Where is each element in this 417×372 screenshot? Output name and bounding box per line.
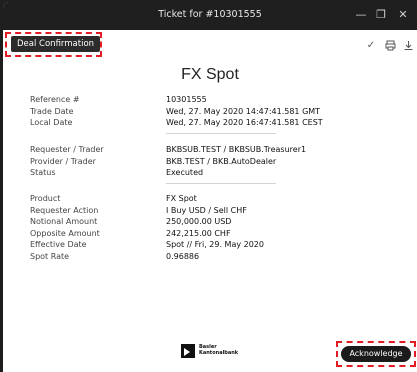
detail-value: BKBSUB.TEST / BKBSUB.Treasurer1 (166, 145, 307, 154)
detail-value: FX Spot (166, 194, 197, 203)
detail-value: I Buy USD / Sell CHF (166, 205, 247, 215)
detail-label: Effective Date (30, 240, 87, 250)
section-divider (166, 132, 276, 134)
check-icon[interactable]: ✓ (365, 40, 377, 52)
detail-label: Local Date (30, 118, 73, 128)
detail-value: Executed (166, 168, 204, 178)
close-button[interactable]: ✕ (395, 7, 411, 23)
detail-value: 250,000.00 USD (166, 217, 232, 227)
detail-value: 10301555 (166, 95, 207, 104)
bank-logo: Basler Kantonalbank (181, 344, 241, 360)
detail-label: Opposite Amount (30, 228, 100, 238)
download-icon[interactable] (402, 40, 414, 52)
section-divider (166, 182, 276, 184)
ticket-window: Ticket for #10301555 — ❐ ✕ Deal Confirma… (3, 2, 417, 372)
detail-value: 0.96886 (166, 252, 200, 261)
detail-value: BKB.TEST / BKB.AutoDealer (166, 156, 277, 166)
title-bar[interactable]: Ticket for #10301555 — ❐ ✕ (3, 2, 417, 30)
print-icon[interactable] (384, 40, 396, 52)
highlight-box-tab (5, 32, 102, 57)
detail-label: Requester / Trader (30, 145, 104, 154)
restore-button[interactable]: ❐ (373, 7, 389, 23)
detail-value: Wed, 27. May 2020 16:47:41.581 CEST (166, 118, 323, 128)
detail-label: Notional Amount (30, 217, 98, 227)
logo-line2: Kantonalbank (199, 350, 239, 356)
detail-label: Trade Date (30, 106, 74, 116)
highlight-box-acknowledge (336, 341, 416, 367)
detail-value: Wed, 27. May 2020 14:47:41.581 GMT (166, 106, 321, 116)
detail-label: Status (30, 168, 56, 178)
detail-value: Spot // Fri, 29. May 2020 (166, 240, 264, 250)
detail-label: Provider / Trader (30, 156, 96, 166)
footer: Basler Kantonalbank Acknowledge (3, 336, 417, 372)
detail-label: Spot Rate (30, 252, 70, 261)
toolbar: Deal Confirmation ✓ (3, 30, 417, 60)
detail-label: Requester Action (30, 205, 99, 215)
detail-label: Product (30, 194, 61, 203)
bank-logo-mark (181, 344, 195, 358)
detail-label: Reference # (30, 95, 80, 104)
detail-value: 242,215.00 CHF (166, 228, 231, 238)
page-title: FX Spot (181, 66, 239, 83)
minimize-button[interactable]: — (353, 7, 369, 23)
